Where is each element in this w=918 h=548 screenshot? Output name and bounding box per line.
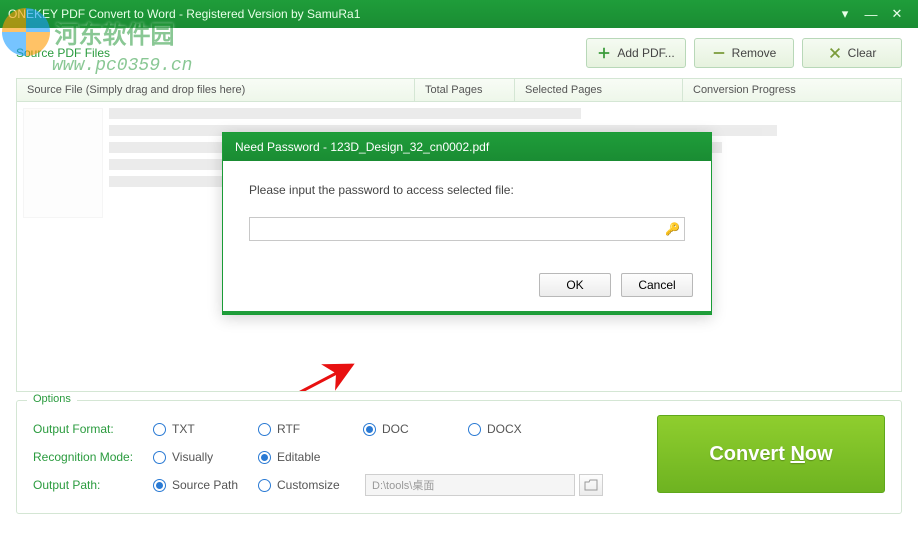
window-title: ONEKEY PDF Convert to Word - Registered … (8, 7, 832, 21)
pdf-thumb (23, 108, 103, 218)
password-input[interactable] (249, 217, 685, 241)
col-progress[interactable]: Conversion Progress (683, 79, 901, 101)
toolbar: Source PDF Files Add PDF... Remove Clear (0, 28, 918, 78)
dialog-prompt: Please input the password to access sele… (249, 183, 685, 197)
remove-button[interactable]: Remove (694, 38, 794, 68)
recognition-mode-label: Recognition Mode: (33, 450, 153, 464)
remove-label: Remove (732, 46, 777, 60)
dialog-border-bottom (223, 311, 711, 314)
add-pdf-label: Add PDF... (617, 46, 674, 60)
close-icon[interactable]: ✕ (884, 4, 910, 24)
radio-custom-path[interactable]: Customsize (258, 478, 363, 492)
browse-button[interactable] (579, 474, 603, 496)
path-radios: Source Path Customsize (153, 478, 363, 492)
radio-txt[interactable]: TXT (153, 422, 258, 436)
options-frame: Options Output Format: TXT RTF DOC DOCX … (16, 400, 902, 514)
col-source[interactable]: Source File (Simply drag and drop files … (17, 79, 415, 101)
format-radios: TXT RTF DOC DOCX (153, 422, 573, 436)
dialog-title: Need Password - 123D_Design_32_cn0002.pd… (223, 133, 711, 161)
radio-docx[interactable]: DOCX (468, 422, 573, 436)
add-pdf-button[interactable]: Add PDF... (586, 38, 686, 68)
password-dialog: Need Password - 123D_Design_32_cn0002.pd… (222, 132, 712, 315)
table-body: Need Password - 123D_Design_32_cn0002.pd… (16, 102, 902, 392)
output-path-label: Output Path: (33, 478, 153, 492)
key-icon: 🔑 (665, 222, 680, 236)
col-selected[interactable]: Selected Pages (515, 79, 683, 101)
clear-label: Clear (848, 46, 877, 60)
clear-button[interactable]: Clear (802, 38, 902, 68)
output-format-label: Output Format: (33, 422, 153, 436)
minimize-icon[interactable]: — (858, 4, 884, 24)
options-label: Options (27, 393, 77, 405)
radio-visually[interactable]: Visually (153, 450, 258, 464)
table-header: Source File (Simply drag and drop files … (16, 78, 902, 102)
section-title: Source PDF Files (16, 46, 578, 60)
radio-source-path[interactable]: Source Path (153, 478, 258, 492)
dropdown-chevron-icon[interactable]: ▾ (832, 4, 858, 24)
radio-editable[interactable]: Editable (258, 450, 363, 464)
ok-button[interactable]: OK (539, 273, 611, 297)
annotation-arrow (137, 357, 377, 392)
radio-rtf[interactable]: RTF (258, 422, 363, 436)
radio-doc[interactable]: DOC (363, 422, 468, 436)
col-total[interactable]: Total Pages (415, 79, 515, 101)
plus-icon (597, 46, 611, 60)
cancel-button[interactable]: Cancel (621, 273, 693, 297)
convert-label: Convert Now (709, 443, 832, 466)
folder-icon (584, 479, 598, 491)
convert-now-button[interactable]: Convert Now (657, 415, 885, 493)
mode-radios: Visually Editable (153, 450, 363, 464)
titlebar: ONEKEY PDF Convert to Word - Registered … (0, 0, 918, 28)
minus-icon (712, 46, 726, 60)
output-path-input[interactable] (365, 474, 575, 496)
clear-x-icon (828, 46, 842, 60)
